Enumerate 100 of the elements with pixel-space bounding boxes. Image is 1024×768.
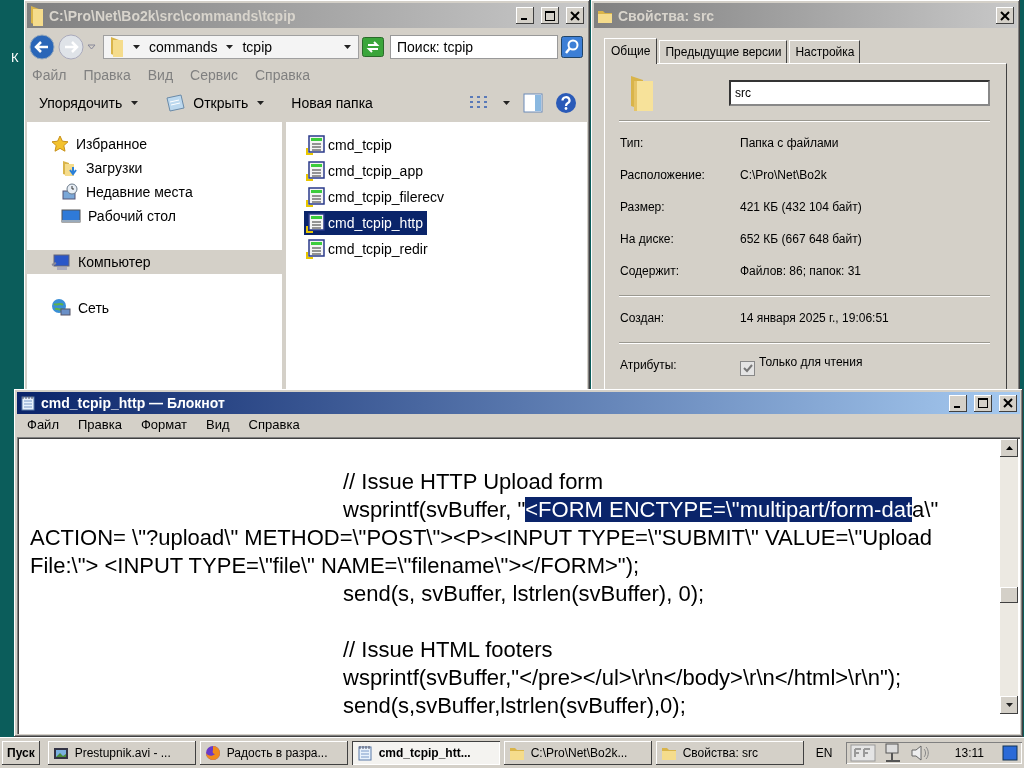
field-value: C:\Pro\Net\Bo2k xyxy=(740,168,827,182)
checkbox[interactable] xyxy=(740,360,755,376)
star-icon xyxy=(51,135,69,153)
menu-item[interactable]: Справка xyxy=(248,417,300,432)
navigation-item[interactable]: Сеть xyxy=(27,296,282,320)
field-value: 421 КБ (432 104 байт) xyxy=(740,200,862,214)
computer-icon xyxy=(51,253,71,271)
back-button[interactable] xyxy=(29,34,55,60)
breadcrumb-item[interactable]: commands xyxy=(149,39,218,55)
toolbar-button[interactable]: Упорядочить xyxy=(35,93,144,113)
file-item[interactable]: cmd_tcpip_http xyxy=(304,211,427,235)
navigation-item[interactable]: Недавние места xyxy=(27,180,282,204)
navigation-item[interactable]: Загрузки xyxy=(27,156,282,180)
code-line: // Issue HTTP Upload form xyxy=(342,468,603,496)
checkmark-icon xyxy=(742,362,753,374)
menu-item[interactable]: Формат xyxy=(140,417,188,432)
close-button[interactable] xyxy=(566,7,584,24)
window-title: cmd_tcpip_http — Блокнот xyxy=(41,395,226,411)
minimize-icon xyxy=(520,18,527,20)
toolbar-button[interactable]: Открыть xyxy=(161,92,270,114)
breadcrumb-item[interactable]: tcpip xyxy=(242,39,273,55)
tab[interactable]: Предыдущие версии xyxy=(659,40,788,63)
field-value: 652 КБ (667 648 байт) xyxy=(740,232,862,246)
menu-item[interactable]: Правка xyxy=(77,417,122,432)
vertical-scrollbar[interactable] xyxy=(1000,439,1018,714)
film-icon xyxy=(52,745,69,761)
tab[interactable]: Общие xyxy=(604,38,658,64)
field-value: 14 января 2025 г., 19:06:51 xyxy=(740,311,889,325)
field-value: Файлов: 86; папок: 31 xyxy=(740,264,861,278)
code-line: ACTION= \"?upload\" METHOD=\"POST\"><P><INPUT TYPE=\"SUBMIT\" VALUE=\"Upload xyxy=(30,524,932,552)
caret-icon xyxy=(1004,701,1014,709)
caret-icon[interactable] xyxy=(502,99,511,107)
close-icon xyxy=(570,10,580,21)
help-icon[interactable] xyxy=(555,92,577,114)
field-value: Папка с файлами xyxy=(740,136,839,150)
navigation-item[interactable]: Компьютер xyxy=(27,250,282,274)
network-icon[interactable] xyxy=(884,743,903,763)
window-title: C:\Pro\Net\Bo2k\src\commands\tcpip xyxy=(49,7,297,24)
show-desktop-icon[interactable] xyxy=(1002,744,1018,762)
caret-icon xyxy=(130,99,140,107)
folder-icon xyxy=(660,745,677,761)
text-editor[interactable] xyxy=(17,437,1020,734)
scroll-up-button[interactable] xyxy=(1000,439,1018,457)
search-button[interactable] xyxy=(561,36,583,58)
folder-icon xyxy=(30,4,44,27)
caret-icon[interactable] xyxy=(132,43,141,51)
desktop-icon-label: К xyxy=(11,50,19,65)
document-icon xyxy=(306,239,326,259)
notepad-icon xyxy=(356,745,373,761)
refresh-button[interactable] xyxy=(362,37,384,57)
maximize-button[interactable] xyxy=(541,7,559,24)
caret-icon[interactable] xyxy=(343,43,352,51)
file-item[interactable]: cmd_tcpip_redir xyxy=(304,237,432,261)
close-button[interactable] xyxy=(999,394,1017,412)
address-bar[interactable]: commands tcpip xyxy=(103,35,359,59)
scroll-down-button[interactable] xyxy=(1000,696,1018,714)
maximize-icon xyxy=(978,398,988,408)
tab[interactable]: Настройка xyxy=(789,40,861,63)
navigation-item[interactable]: Избранное xyxy=(27,132,282,156)
taskbar-button[interactable]: Радость в разра... xyxy=(199,741,348,765)
code-text: wsprintf(svBuffer, " xyxy=(342,496,526,524)
navigation-item[interactable]: Рабочий стол xyxy=(27,204,282,228)
document-icon xyxy=(306,161,326,181)
caret-icon[interactable] xyxy=(225,43,235,51)
menu-item[interactable]: Вид xyxy=(206,417,230,432)
browser-icon xyxy=(204,745,221,761)
close-button[interactable] xyxy=(996,7,1014,24)
field-label: Размер: xyxy=(619,200,666,214)
code-line: send(s,svBuffer,lstrlen(svBuffer),0); xyxy=(342,692,686,720)
field-label: Расположение: xyxy=(619,168,706,182)
file-item[interactable]: cmd_tcpip xyxy=(304,133,396,157)
code-text: a\" xyxy=(912,497,939,522)
taskbar-button[interactable]: Prestupnik.avi - ... xyxy=(47,741,196,765)
search-field[interactable]: Поиск: tcpip xyxy=(390,35,558,59)
recent-places-icon xyxy=(61,183,79,201)
field-label: Содержит: xyxy=(619,264,680,278)
taskbar-button[interactable]: cmd_tcpip_htt... xyxy=(351,741,500,765)
selected-text: <FORM ENCTYPE=\"multipart/form-dat xyxy=(525,497,913,522)
name-field[interactable]: src xyxy=(729,80,990,106)
minimize-button[interactable] xyxy=(516,7,534,24)
menu-item[interactable]: Файл xyxy=(27,417,59,432)
code-line: wsprintf(svBuffer,"</pre></ul>\r\n</body>\r\n</html>\r\n"); xyxy=(342,664,902,692)
scroll-thumb[interactable] xyxy=(1000,587,1018,603)
code-line: // Issue HTML footers xyxy=(342,636,553,664)
start-button[interactable]: Пуск xyxy=(2,741,40,765)
speaker-icon[interactable] xyxy=(910,743,931,763)
minimize-icon xyxy=(953,405,960,408)
file-item[interactable]: cmd_tcpip_app xyxy=(304,159,427,183)
clock: 13:11 xyxy=(954,746,984,760)
minimize-button[interactable] xyxy=(949,394,967,412)
taskbar-button[interactable]: Свойства: src xyxy=(655,741,804,765)
taskbar-button[interactable]: C:\Pro\Net\Bo2k... xyxy=(503,741,652,765)
file-item[interactable]: cmd_tcpip_filerecv xyxy=(304,185,448,209)
close-icon xyxy=(1000,10,1010,21)
field-label: На диске: xyxy=(619,232,675,246)
toolbar-button[interactable]: Новая папка xyxy=(287,93,377,113)
language-indicator[interactable]: EN xyxy=(815,746,833,760)
folder-icon xyxy=(508,745,525,761)
maximize-button[interactable] xyxy=(974,394,992,412)
document-icon xyxy=(306,135,326,155)
